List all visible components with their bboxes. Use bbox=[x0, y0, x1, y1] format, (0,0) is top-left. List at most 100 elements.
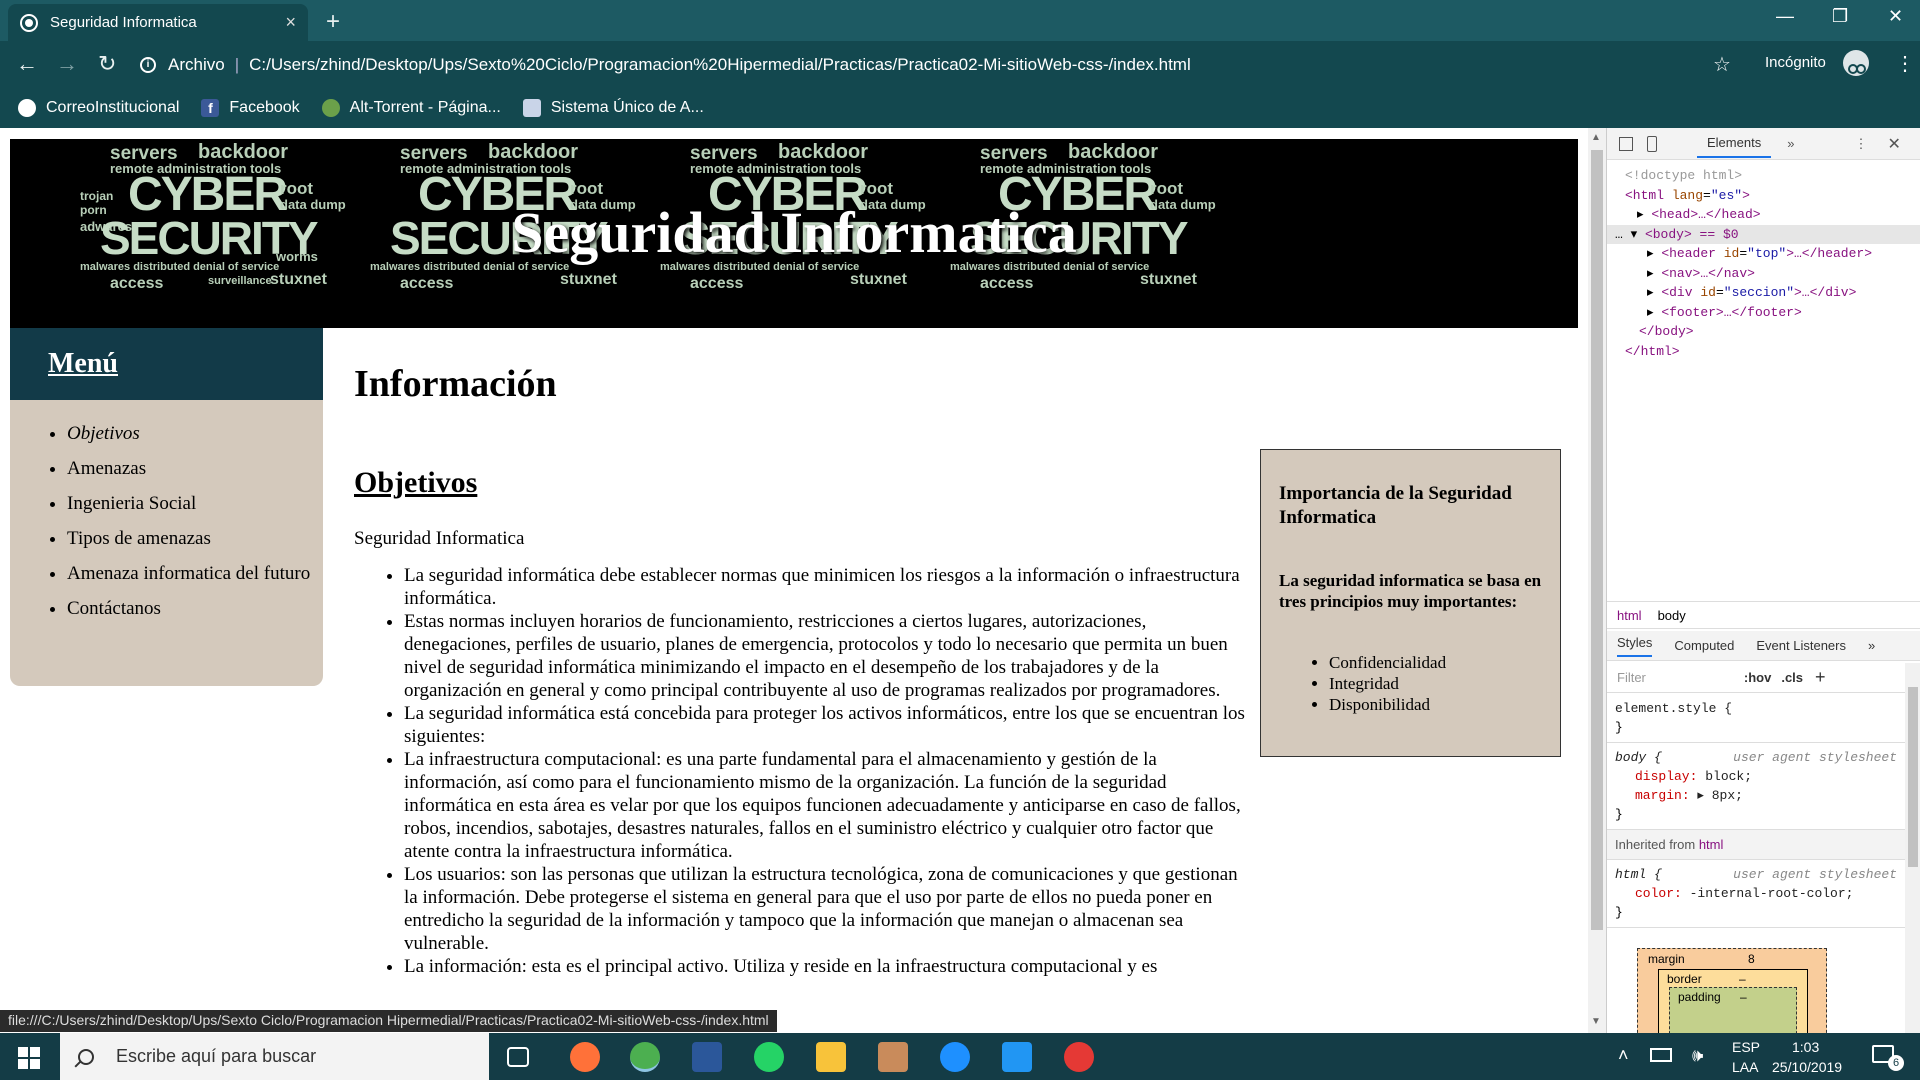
crumb-html[interactable]: html bbox=[1617, 608, 1642, 623]
aside-title: Importancia de la Seguridad Informatica bbox=[1279, 483, 1512, 528]
search-icon bbox=[78, 1048, 94, 1065]
dom-breadcrumb: html body bbox=[1607, 601, 1920, 629]
forward-button[interactable]: → bbox=[56, 51, 78, 77]
devtools-panel: Elements » ⋮ ✕ <!doctype html> <html lan… bbox=[1606, 128, 1920, 1039]
lang-1[interactable]: ESP bbox=[1732, 1039, 1760, 1055]
scroll-up-icon[interactable]: ▲ bbox=[1591, 132, 1601, 143]
main-content: Información Objetivos Seguridad Informat… bbox=[354, 328, 1254, 978]
chrome-icon[interactable] bbox=[630, 1042, 660, 1072]
tab-event-listeners[interactable]: Event Listeners bbox=[1756, 638, 1846, 653]
browser-menu-icon[interactable]: ⋮ bbox=[1895, 51, 1915, 76]
list-item: La seguridad informática debe establecer… bbox=[404, 564, 1254, 610]
taskbar-search-input[interactable]: Escribe aquí para buscar bbox=[60, 1033, 489, 1080]
notification-count-badge: 6 bbox=[1888, 1055, 1904, 1071]
dom-node[interactable]: </body> bbox=[1625, 322, 1920, 342]
menu-item-tipos-amenazas[interactable]: Tipos de amenazas bbox=[67, 527, 323, 550]
inspect-icon[interactable] bbox=[1619, 136, 1633, 151]
devtools-close-icon[interactable]: ✕ bbox=[1887, 134, 1900, 154]
scroll-down-icon[interactable]: ▼ bbox=[1591, 1016, 1601, 1027]
add-rule-icon[interactable]: + bbox=[1815, 667, 1826, 688]
lang-2[interactable]: LAA bbox=[1732, 1059, 1758, 1075]
paint-icon[interactable] bbox=[878, 1042, 908, 1072]
menu-item-contactanos[interactable]: Contáctanos bbox=[67, 597, 323, 620]
dom-node[interactable]: ▸ <head>…</head> bbox=[1625, 205, 1920, 225]
dom-node[interactable]: ▸ <div id="seccion">…</div> bbox=[1625, 283, 1920, 303]
dom-node[interactable]: ▸ <footer>…</footer> bbox=[1625, 303, 1920, 323]
rule-html[interactable]: html {user agent stylesheet color: -inte… bbox=[1607, 860, 1905, 928]
menu-item-amenaza-futuro[interactable]: Amenaza informatica del futuro bbox=[67, 562, 323, 585]
close-window-button[interactable]: ✕ bbox=[1888, 6, 1903, 27]
menu-item-amenazas[interactable]: Amenazas bbox=[67, 457, 323, 480]
crumb-body[interactable]: body bbox=[1658, 608, 1686, 623]
dom-node[interactable]: <html lang="es"> bbox=[1625, 186, 1920, 206]
url-input[interactable]: i Archivo | C:/Users/zhind/Desktop/Ups/S… bbox=[140, 49, 1770, 80]
address-bar: ← → ↻ i Archivo | C:/Users/zhind/Desktop… bbox=[0, 41, 1920, 88]
battery-icon[interactable] bbox=[1650, 1048, 1672, 1062]
tab-close-icon[interactable]: × bbox=[285, 12, 296, 33]
bookmark-facebook[interactable]: f Facebook bbox=[201, 99, 300, 117]
minimize-button[interactable]: — bbox=[1776, 6, 1794, 27]
task-view-icon[interactable] bbox=[507, 1047, 529, 1067]
filter-input[interactable]: Filter bbox=[1617, 670, 1646, 685]
clock-date[interactable]: 25/10/2019 bbox=[1772, 1059, 1842, 1075]
more-subtabs-icon[interactable]: » bbox=[1868, 638, 1875, 653]
windows-start-icon[interactable] bbox=[18, 1047, 40, 1069]
tab-elements[interactable]: Elements bbox=[1697, 129, 1772, 158]
new-tab-button[interactable]: + bbox=[326, 8, 340, 36]
file-explorer-icon[interactable] bbox=[816, 1042, 846, 1072]
styles-filter: Filter :hov .cls + bbox=[1607, 663, 1905, 693]
back-button[interactable]: ← bbox=[16, 51, 38, 77]
incognito-label: Incógnito bbox=[1765, 54, 1826, 71]
incognito-icon[interactable] bbox=[1843, 50, 1869, 76]
bookmark-correo[interactable]: CorreoInstitucional bbox=[18, 99, 179, 117]
snip-icon[interactable] bbox=[1064, 1042, 1094, 1072]
styles-tabs: Styles Computed Event Listeners » bbox=[1607, 631, 1920, 661]
info-icon[interactable]: i bbox=[140, 56, 156, 73]
edge-icon[interactable] bbox=[940, 1042, 970, 1072]
dom-node[interactable]: </html> bbox=[1625, 342, 1920, 362]
vscode-icon[interactable] bbox=[1002, 1042, 1032, 1072]
more-tabs-icon[interactable]: » bbox=[1787, 136, 1794, 151]
device-toggle-icon[interactable] bbox=[1647, 135, 1657, 152]
clock-time[interactable]: 1:03 bbox=[1792, 1039, 1819, 1055]
bookmark-sistema-unico[interactable]: Sistema Único de A... bbox=[522, 99, 704, 117]
objectives-list: La seguridad informática debe establecer… bbox=[354, 564, 1254, 978]
tab-styles[interactable]: Styles bbox=[1617, 635, 1653, 657]
firefox-icon[interactable] bbox=[570, 1042, 600, 1072]
menu-item-objetivos[interactable]: Objetivos bbox=[67, 422, 323, 445]
dom-node[interactable]: <!doctype html> bbox=[1625, 166, 1920, 186]
url-text: C:/Users/zhind/Desktop/Ups/Sexto%20Ciclo… bbox=[249, 54, 1191, 74]
cls-toggle[interactable]: .cls bbox=[1781, 670, 1803, 685]
dom-node-selected[interactable]: … ▾ <body> == $0 bbox=[1607, 224, 1920, 244]
word-icon[interactable] bbox=[692, 1042, 722, 1072]
maximize-button[interactable]: ❐ bbox=[1832, 6, 1848, 27]
rule-body[interactable]: body {user agent stylesheet display: blo… bbox=[1607, 743, 1905, 830]
devtools-scrollbar[interactable] bbox=[1905, 663, 1920, 1033]
windows-taskbar: Escribe aquí para buscar ˄ 🕪 ESP LAA 1:0… bbox=[0, 1033, 1920, 1080]
side-menu: Menú Objetivos Amenazas Ingenieria Socia… bbox=[10, 328, 323, 686]
bookmark-alt-torrent[interactable]: Alt-Torrent - Página... bbox=[321, 99, 501, 117]
whatsapp-icon[interactable] bbox=[754, 1042, 784, 1072]
page-scrollbar[interactable]: ▲ ▼ bbox=[1588, 128, 1606, 1033]
volume-icon[interactable]: 🕪 bbox=[1692, 1045, 1703, 1066]
rule-element-style[interactable]: element.style { } bbox=[1607, 694, 1905, 743]
menu-header: Menú bbox=[10, 328, 323, 400]
dom-node[interactable]: ▸ <header id="top">…</header> bbox=[1625, 244, 1920, 264]
facebook-icon: f bbox=[201, 99, 220, 117]
box-model-diagram: margin 8 border – padding – bbox=[1637, 948, 1827, 1039]
menu-item-ingenieria-social[interactable]: Ingenieria Social bbox=[67, 492, 323, 515]
list-item: Disponibilidad bbox=[1329, 694, 1542, 715]
bookmarks-bar: CorreoInstitucional f Facebook Alt-Torre… bbox=[0, 88, 1920, 128]
menu-title[interactable]: Menú bbox=[48, 348, 118, 380]
bookmark-star-icon[interactable]: ☆ bbox=[1713, 52, 1731, 77]
scroll-thumb[interactable] bbox=[1591, 150, 1603, 930]
section-heading: Objetivos bbox=[354, 466, 478, 499]
reload-button[interactable]: ↻ bbox=[98, 51, 116, 77]
browser-tab[interactable]: Seguridad Informatica × bbox=[8, 4, 308, 41]
devtools-menu-icon[interactable]: ⋮ bbox=[1854, 136, 1867, 152]
dom-node[interactable]: ▸ <nav>…</nav> bbox=[1625, 264, 1920, 284]
list-item: Los usuarios: son las personas que utili… bbox=[404, 863, 1254, 955]
tab-computed[interactable]: Computed bbox=[1674, 638, 1734, 653]
tray-chevron-icon[interactable]: ˄ bbox=[1618, 1045, 1629, 1066]
hov-toggle[interactable]: :hov bbox=[1744, 670, 1771, 685]
